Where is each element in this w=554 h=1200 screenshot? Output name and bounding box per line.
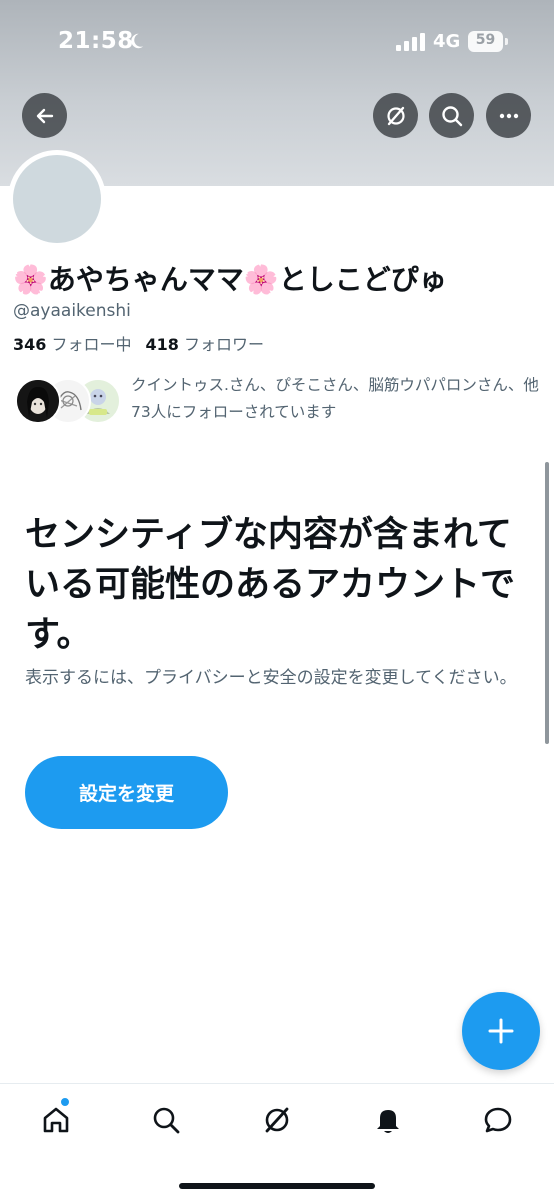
followed-by-text[interactable]: クイントゥス.さん、ぴそこさん、脳筋ウパパロンさん、他73人にフォローされていま… [131,372,541,426]
message-icon [484,1107,512,1133]
battery-level: 59 [475,32,496,48]
change-settings-button[interactable]: 設定を変更 [25,756,228,829]
tab-search[interactable] [146,1100,186,1140]
more-icon [499,113,518,118]
battery-icon: 59 [468,31,508,52]
plus-icon [488,1018,514,1044]
grok-button[interactable] [373,93,418,138]
search-icon [441,105,462,126]
tab-grok[interactable] [257,1100,297,1140]
network-label: 4G [433,31,461,52]
status-bar: 21:58 4G 59 [0,0,554,84]
bell-icon [377,1110,399,1133]
followers-label: フォロワー [184,335,265,354]
notification-dot [60,1097,70,1107]
signal-icon [396,33,425,51]
followers-count: 418 [145,335,179,354]
grok-icon [386,106,405,125]
grok-icon [265,1107,289,1133]
bottom-tab-bar [0,1083,554,1200]
followers-link[interactable]: 418 フォロワー [146,335,265,354]
profile-avatar[interactable] [8,150,106,248]
sensitive-warning-title: センシティブな内容が含まれている可能性のあるアカウントです。 [25,515,516,655]
compose-button[interactable] [462,992,540,1070]
following-link[interactable]: 346 フォロー中 [13,335,132,354]
sensitive-warning-body: 表示するには、プライバシーと安全の設定を変更してください。 [25,668,517,688]
home-icon [43,1107,69,1133]
following-count: 346 [13,335,47,354]
following-label: フォロー中 [51,335,132,354]
user-handle: @ayaaikenshi [13,301,131,321]
back-button[interactable] [22,93,67,138]
status-time: 21:58 [58,28,134,54]
scrollbar[interactable] [545,462,549,744]
home-indicator [179,1183,375,1189]
display-name: 🌸あやちゃんママ🌸としこどぴゅ [13,263,447,296]
search-icon [153,1107,180,1134]
arrow-left-icon [36,108,53,123]
tab-notifications[interactable] [368,1100,408,1140]
search-button[interactable] [429,93,474,138]
tab-home[interactable] [36,1097,76,1140]
more-button[interactable] [486,93,531,138]
moon-icon [131,33,144,49]
follower-avatar [15,378,61,424]
follow-stats: 346 フォロー中 418 フォロワー [13,331,264,355]
tab-messages[interactable] [478,1100,518,1140]
followed-by-avatars[interactable] [15,378,121,426]
